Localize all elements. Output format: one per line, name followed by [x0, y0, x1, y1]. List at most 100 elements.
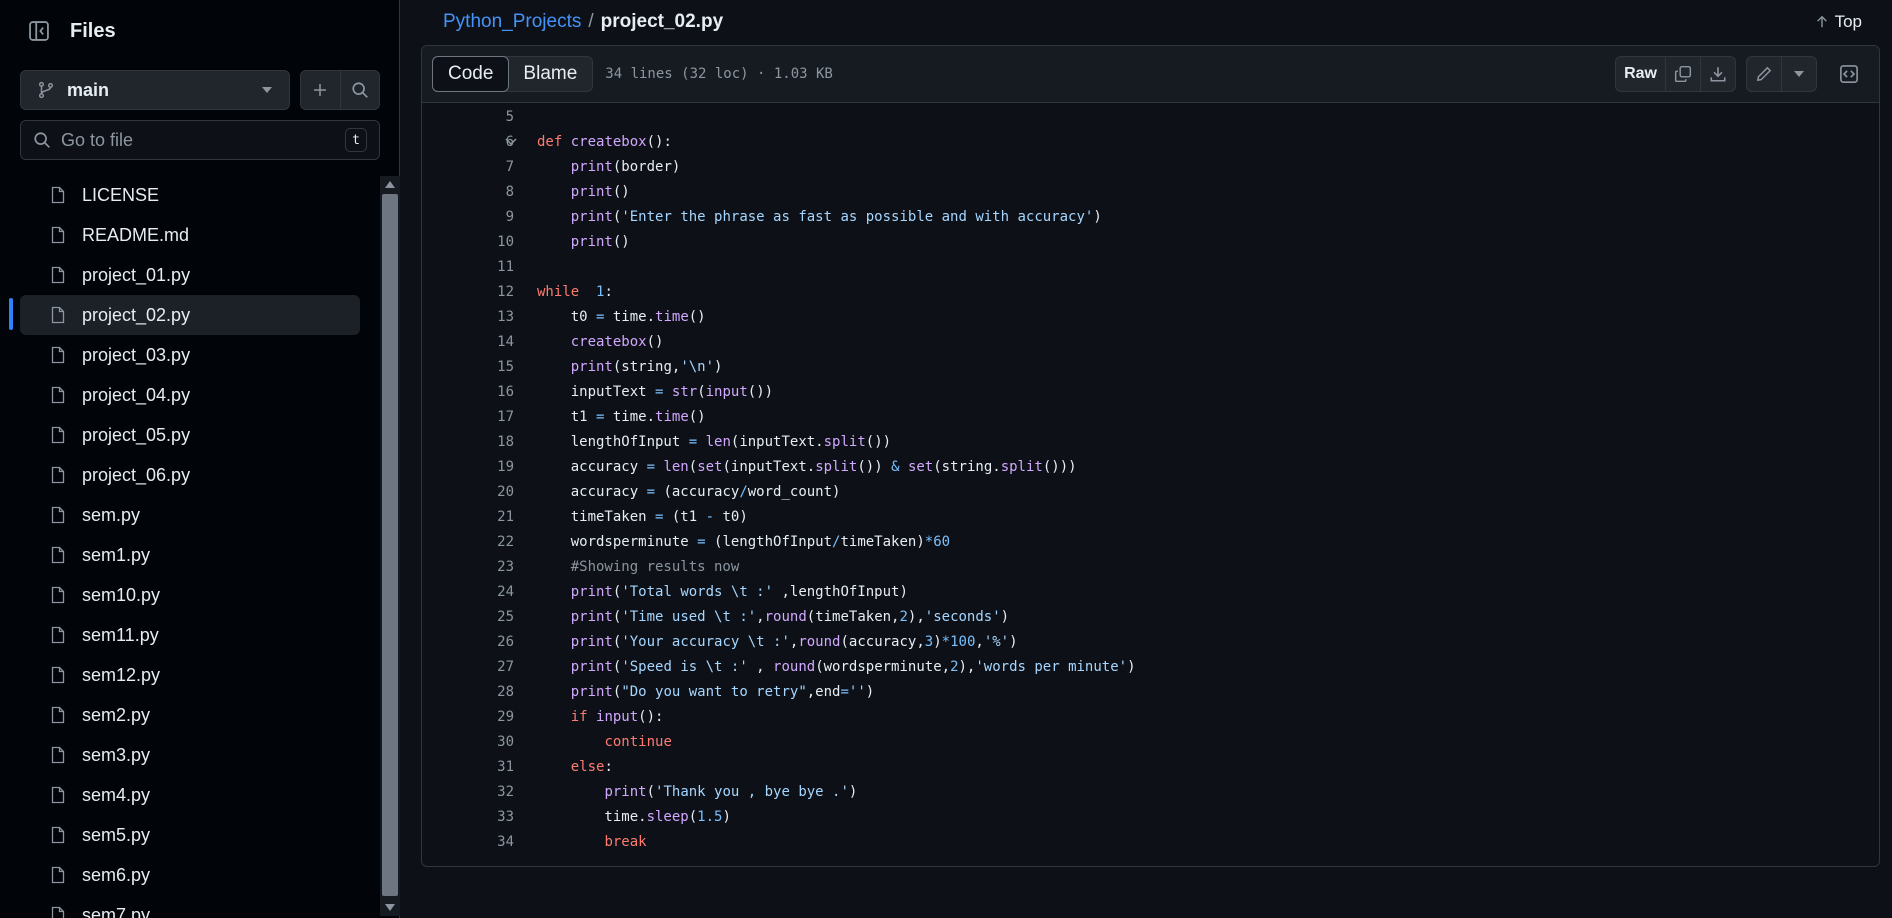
- file-tree-item[interactable]: sem3.py: [20, 735, 360, 775]
- edit-file-button[interactable]: [1747, 57, 1782, 91]
- line-number[interactable]: 19: [422, 459, 514, 475]
- code-line: 25 print('Time used \t :',round(timeTake…: [422, 604, 1879, 629]
- file-tree-item-label: sem.py: [82, 504, 141, 525]
- line-number[interactable]: 12: [422, 284, 514, 300]
- scroll-down-arrow-icon[interactable]: [385, 904, 395, 911]
- branch-selector[interactable]: main: [20, 70, 290, 110]
- line-number[interactable]: 22: [422, 534, 514, 550]
- symbols-panel-button[interactable]: [1831, 56, 1867, 92]
- line-number[interactable]: 20: [422, 484, 514, 500]
- file-tree-item[interactable]: project_05.py: [20, 415, 360, 455]
- code-text: print("Do you want to retry",end=''): [570, 683, 875, 700]
- file-tree-item[interactable]: sem7.py: [20, 895, 360, 918]
- fold-chevron-down-icon[interactable]: [504, 135, 518, 149]
- file-icon: [50, 826, 70, 844]
- sidebar-scrollbar[interactable]: [380, 176, 400, 916]
- code-text: wordsperminute = (lengthOfInput/timeTake…: [537, 533, 951, 550]
- code-line: 31 else:: [422, 754, 1879, 779]
- file-tree-item[interactable]: sem6.py: [20, 855, 360, 895]
- file-tree-item[interactable]: sem10.py: [20, 575, 360, 615]
- line-number[interactable]: 26: [422, 634, 514, 650]
- file-tree-item-label: sem3.py: [82, 744, 151, 765]
- file-tree-item[interactable]: project_06.py: [20, 455, 360, 495]
- pencil-icon: [1756, 66, 1772, 82]
- line-number[interactable]: 8: [422, 184, 514, 200]
- line-number[interactable]: 21: [422, 509, 514, 525]
- raw-button[interactable]: Raw: [1616, 57, 1666, 91]
- file-tree-item[interactable]: README.md: [20, 215, 360, 255]
- go-to-file-input[interactable]: [61, 129, 345, 151]
- line-number[interactable]: 27: [422, 659, 514, 675]
- code-line: 21 timeTaken = (t1 - t0): [422, 504, 1879, 529]
- scroll-up-arrow-icon[interactable]: [385, 181, 395, 188]
- file-tree-item[interactable]: sem1.py: [20, 535, 360, 575]
- file-tree-item[interactable]: sem.py: [20, 495, 360, 535]
- file-view: Python_Projects / project_02.py Top Code…: [401, 0, 1892, 918]
- code-square-icon: [1840, 65, 1858, 83]
- code-line: 19 accuracy = len(set(inputText.split())…: [422, 454, 1879, 479]
- line-number[interactable]: 11: [422, 259, 514, 275]
- add-file-button[interactable]: [301, 71, 341, 109]
- code-text: def createbox():: [537, 133, 672, 150]
- search-files-button[interactable]: [341, 71, 380, 109]
- line-number[interactable]: 25: [422, 609, 514, 625]
- file-tree-item[interactable]: project_04.py: [20, 375, 360, 415]
- code-line: 11: [422, 254, 1879, 279]
- scrollbar-thumb[interactable]: [382, 194, 398, 896]
- line-number[interactable]: 10: [422, 234, 514, 250]
- line-number[interactable]: 9: [422, 209, 514, 225]
- tab-code[interactable]: Code: [432, 56, 510, 92]
- line-number[interactable]: 31: [422, 759, 514, 775]
- file-tree-item[interactable]: project_03.py: [20, 335, 360, 375]
- file-tree-item[interactable]: LICENSE: [20, 175, 360, 215]
- line-number[interactable]: 33: [422, 809, 514, 825]
- line-number[interactable]: 7: [422, 159, 514, 175]
- git-branch-icon: [38, 81, 54, 99]
- go-to-file-field[interactable]: t: [20, 120, 380, 160]
- line-number[interactable]: 15: [422, 359, 514, 375]
- line-number[interactable]: 6: [422, 134, 514, 150]
- file-tree-item[interactable]: sem11.py: [20, 615, 360, 655]
- line-number[interactable]: 18: [422, 434, 514, 450]
- line-number[interactable]: 34: [422, 834, 514, 850]
- file-icon: [50, 906, 70, 918]
- line-number[interactable]: 28: [422, 684, 514, 700]
- code-line: 7 print(border): [422, 154, 1879, 179]
- file-tree-item-label: project_04.py: [82, 384, 191, 405]
- triangle-down-icon: [262, 87, 272, 93]
- file-tree-item-label: LICENSE: [82, 184, 160, 205]
- breadcrumb-repo-link[interactable]: Python_Projects: [443, 11, 581, 33]
- file-tree-item-label: project_01.py: [82, 264, 191, 285]
- code-text: else:: [570, 758, 613, 775]
- line-number[interactable]: 30: [422, 734, 514, 750]
- code-text: continue: [604, 733, 672, 750]
- code-text: #Showing results now: [570, 558, 740, 575]
- line-number[interactable]: 14: [422, 334, 514, 350]
- line-number[interactable]: 24: [422, 584, 514, 600]
- code-text: accuracy = (accuracy/word_count): [537, 483, 841, 500]
- file-tree-item[interactable]: sem2.py: [20, 695, 360, 735]
- line-number[interactable]: 29: [422, 709, 514, 725]
- line-number[interactable]: 23: [422, 559, 514, 575]
- file-tree-item[interactable]: project_02.py: [20, 295, 360, 335]
- back-to-top-button[interactable]: Top: [1815, 4, 1862, 40]
- toolbar-actions: Raw: [1605, 56, 1867, 92]
- copy-raw-button[interactable]: [1666, 57, 1701, 91]
- breadcrumb: Python_Projects / project_02.py: [443, 4, 723, 40]
- download-button[interactable]: [1701, 57, 1735, 91]
- line-number[interactable]: 13: [422, 309, 514, 325]
- file-tree-item[interactable]: project_01.py: [20, 255, 360, 295]
- file-tree-item[interactable]: sem5.py: [20, 815, 360, 855]
- line-number[interactable]: 16: [422, 384, 514, 400]
- code-line: 26 print('Your accuracy \t :',round(accu…: [422, 629, 1879, 654]
- code-text: print('Enter the phrase as fast as possi…: [570, 208, 1102, 225]
- code-line: 34 break: [422, 829, 1879, 854]
- file-tree-item[interactable]: sem12.py: [20, 655, 360, 695]
- line-number[interactable]: 32: [422, 784, 514, 800]
- line-number[interactable]: 5: [422, 109, 514, 125]
- tab-blame[interactable]: Blame: [508, 57, 592, 91]
- edit-options-dropdown[interactable]: [1782, 57, 1816, 91]
- line-number[interactable]: 17: [422, 409, 514, 425]
- collapse-sidebar-button[interactable]: [20, 12, 58, 50]
- file-tree-item[interactable]: sem4.py: [20, 775, 360, 815]
